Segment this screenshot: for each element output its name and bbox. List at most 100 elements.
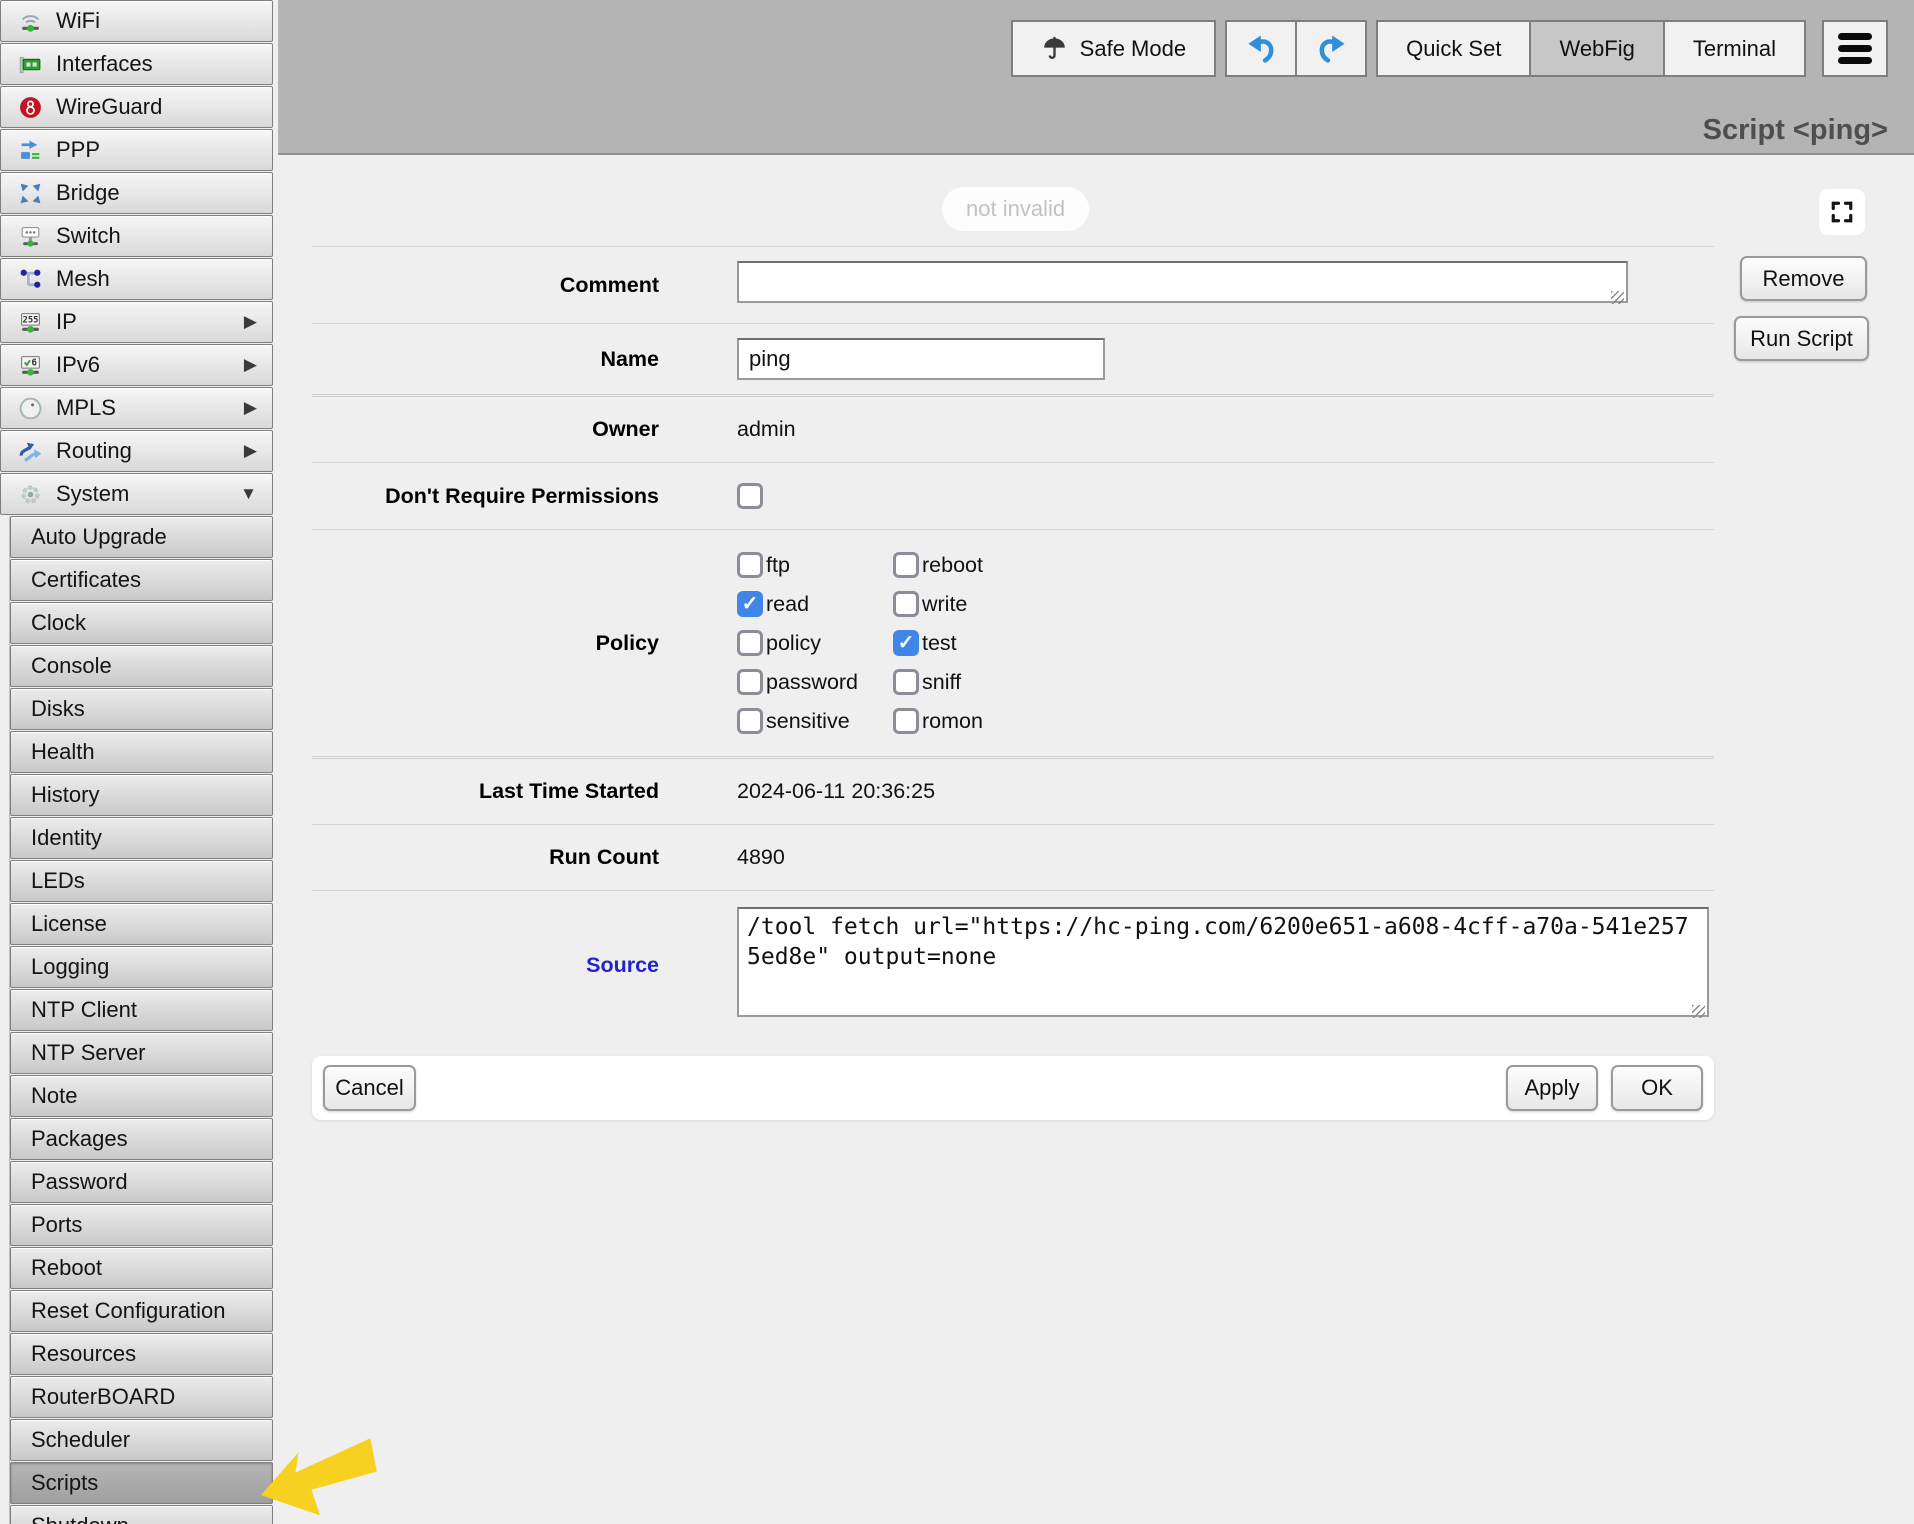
- submenu-item-label: Packages: [31, 1126, 262, 1152]
- safe-mode-label: Safe Mode: [1080, 36, 1186, 62]
- policy-checkbox[interactable]: [893, 708, 919, 734]
- sidebar-item-label: WiFi: [56, 8, 257, 34]
- sidebar-item-system[interactable]: System ▼: [0, 473, 273, 515]
- policy-checkbox[interactable]: [893, 630, 919, 656]
- redo-button[interactable]: [1295, 20, 1367, 77]
- submenu-item-label: Reboot: [31, 1255, 262, 1281]
- submenu-item-ntp-client[interactable]: NTP Client: [10, 989, 273, 1031]
- script-form: Comment Name Owner admin Don't Require P…: [312, 246, 1714, 1043]
- submenu-item-certificates[interactable]: Certificates: [10, 559, 273, 601]
- fullscreen-toggle-button[interactable]: [1819, 189, 1865, 235]
- submenu-item-password[interactable]: Password: [10, 1161, 273, 1203]
- sidebar-item-wifi[interactable]: WiFi: [0, 0, 273, 42]
- run-script-button[interactable]: Run Script: [1734, 316, 1869, 361]
- submenu-item-label: Certificates: [31, 567, 262, 593]
- submenu-item-auto-upgrade[interactable]: Auto Upgrade: [10, 516, 273, 558]
- tab-quick-set[interactable]: Quick Set: [1376, 20, 1531, 77]
- submenu-item-note[interactable]: Note: [10, 1075, 273, 1117]
- routing-icon: [17, 438, 43, 464]
- sidebar-item-switch[interactable]: Switch: [0, 215, 273, 257]
- submenu-item-label: NTP Server: [31, 1040, 262, 1066]
- view-tabs-group: Quick Set WebFig Terminal: [1376, 20, 1806, 77]
- submenu-item-history[interactable]: History: [10, 774, 273, 816]
- sidebar-item-bridge[interactable]: Bridge: [0, 172, 273, 214]
- comment-label: Comment: [312, 273, 659, 298]
- policy-checkbox[interactable]: [893, 591, 919, 617]
- source-row: Source /tool fetch url="https://hc-ping.…: [312, 890, 1714, 1043]
- sidebar-item-interfaces[interactable]: Interfaces: [0, 43, 273, 85]
- submenu-item-reset-configuration[interactable]: Reset Configuration: [10, 1290, 273, 1332]
- dont-require-permissions-checkbox[interactable]: [737, 483, 763, 509]
- policy-checkbox[interactable]: [737, 552, 763, 578]
- tab-terminal[interactable]: Terminal: [1663, 20, 1806, 77]
- submenu-item-label: Scripts: [31, 1470, 262, 1496]
- policy-checkbox[interactable]: [737, 591, 763, 617]
- submenu-item-clock[interactable]: Clock: [10, 602, 273, 644]
- ip-icon: 255: [17, 309, 43, 335]
- safe-mode-button[interactable]: Safe Mode: [1011, 20, 1216, 77]
- sidebar-item-ipv6[interactable]: 6 IPv6 ▶: [0, 344, 273, 386]
- resize-grip-icon[interactable]: [1692, 1005, 1705, 1018]
- policy-checkbox[interactable]: [737, 669, 763, 695]
- sidebar-item-routing[interactable]: Routing ▶: [0, 430, 273, 472]
- apply-button[interactable]: Apply: [1506, 1065, 1598, 1111]
- policy-option-label: password: [766, 670, 858, 695]
- submenu-item-logging[interactable]: Logging: [10, 946, 273, 988]
- policy-row: Policy ftp reboot read write: [312, 529, 1714, 756]
- submenu-item-shutdown[interactable]: Shutdown: [10, 1505, 273, 1524]
- mesh-icon: [17, 266, 43, 292]
- submenu-item-identity[interactable]: Identity: [10, 817, 273, 859]
- submenu-item-resources[interactable]: Resources: [10, 1333, 273, 1375]
- ok-button[interactable]: OK: [1611, 1065, 1703, 1111]
- sidebar-item-wireguard[interactable]: WireGuard: [0, 86, 273, 128]
- name-input[interactable]: [737, 338, 1105, 380]
- submenu-item-ports[interactable]: Ports: [10, 1204, 273, 1246]
- comment-input[interactable]: [737, 261, 1628, 303]
- submenu-item-health[interactable]: Health: [10, 731, 273, 773]
- owner-label: Owner: [312, 417, 659, 442]
- submenu-item-scheduler[interactable]: Scheduler: [10, 1419, 273, 1461]
- sidebar-item-label: MPLS: [56, 395, 244, 421]
- undo-button[interactable]: [1225, 20, 1297, 77]
- policy-checkbox[interactable]: [737, 708, 763, 734]
- dont-require-permissions-row: Don't Require Permissions: [312, 462, 1714, 529]
- policy-checkbox[interactable]: [893, 669, 919, 695]
- source-label: Source: [312, 953, 659, 978]
- submenu-item-console[interactable]: Console: [10, 645, 273, 687]
- wireguard-icon: [17, 94, 43, 120]
- submenu-item-disks[interactable]: Disks: [10, 688, 273, 730]
- submenu-item-license[interactable]: License: [10, 903, 273, 945]
- submenu-item-scripts[interactable]: Scripts: [10, 1462, 273, 1504]
- sidebar-item-ip[interactable]: 255 IP ▶: [0, 301, 273, 343]
- policy-option-label: test: [922, 631, 957, 656]
- sidebar-item-label: WireGuard: [56, 94, 257, 120]
- submenu-item-routerboard[interactable]: RouterBOARD: [10, 1376, 273, 1418]
- policy-checkbox[interactable]: [893, 552, 919, 578]
- submenu-item-ntp-server[interactable]: NTP Server: [10, 1032, 273, 1074]
- hamburger-menu-button[interactable]: [1822, 20, 1888, 77]
- sidebar-item-mpls[interactable]: MPLS ▶: [0, 387, 273, 429]
- policy-checkbox[interactable]: [737, 630, 763, 656]
- resize-grip-icon[interactable]: [1611, 291, 1624, 304]
- submenu-item-packages[interactable]: Packages: [10, 1118, 273, 1160]
- policy-option-romon: romon: [893, 708, 983, 734]
- redo-arrow-icon: [1315, 32, 1348, 65]
- sidebar-item-mesh[interactable]: Mesh: [0, 258, 273, 300]
- policy-option-write: write: [893, 591, 983, 617]
- cancel-button[interactable]: Cancel: [323, 1065, 416, 1111]
- submenu-item-label: Resources: [31, 1341, 262, 1367]
- submenu-item-leds[interactable]: LEDs: [10, 860, 273, 902]
- source-input[interactable]: /tool fetch url="https://hc-ping.com/620…: [737, 907, 1709, 1017]
- toolbar: Safe Mode Quick Set WebFig Terminal: [1011, 20, 1888, 77]
- tab-webfig[interactable]: WebFig: [1529, 20, 1664, 77]
- remove-button[interactable]: Remove: [1740, 256, 1867, 301]
- run-count-label: Run Count: [312, 845, 659, 870]
- sidebar-item-ppp[interactable]: PPP: [0, 129, 273, 171]
- policy-option-sniff: sniff: [893, 669, 983, 695]
- bridge-icon: [17, 180, 43, 206]
- last-time-started-row: Last Time Started 2024-06-11 20:36:25: [312, 756, 1714, 824]
- yellow-arrow-cursor-icon: [260, 1436, 380, 1522]
- svg-text:6: 6: [31, 357, 37, 368]
- run-count-value: 4890: [737, 845, 785, 870]
- submenu-item-reboot[interactable]: Reboot: [10, 1247, 273, 1289]
